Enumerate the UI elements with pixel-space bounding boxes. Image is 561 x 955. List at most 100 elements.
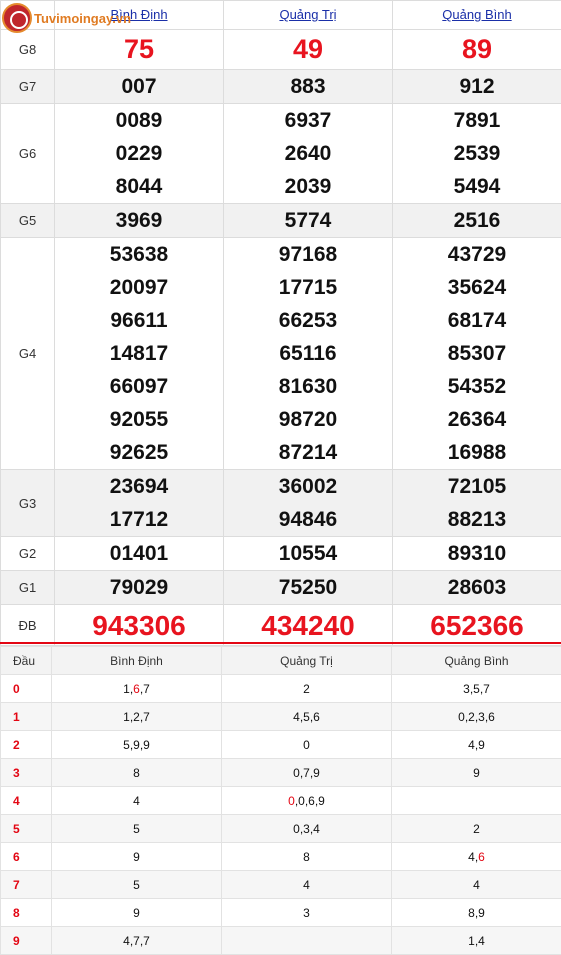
dau-tails: 4 — [52, 787, 222, 815]
prize-number: 2640 — [224, 137, 392, 170]
dau-digit: 9 — [1, 927, 52, 955]
prize-row-g6: G6 0089 0229 8044 6937 2640 2039 7891 25… — [1, 104, 561, 204]
tail-text: 4 — [473, 878, 480, 892]
prize-number: 92055 — [55, 403, 223, 436]
prize-number: 92625 — [55, 436, 223, 469]
prize-number: 75 — [55, 30, 223, 69]
prize-number: 88213 — [393, 503, 561, 536]
prize-number: 66253 — [224, 304, 392, 337]
prize-number: 66097 — [55, 370, 223, 403]
dau-tails: 4,5,6 — [222, 703, 392, 731]
dau-tails: 4,6 — [392, 843, 561, 871]
section-divider — [0, 642, 561, 644]
prize-number: 0229 — [55, 137, 223, 170]
dau-tails: 2 — [392, 815, 561, 843]
prize-number: 007 — [55, 70, 223, 103]
prize-number: 20097 — [55, 271, 223, 304]
prize-row-g7: G7 007 883 912 — [1, 70, 561, 104]
site-logo[interactable]: Tuvimoingay.vn — [2, 3, 131, 33]
tail-text: 5 — [133, 822, 140, 836]
province-link-quang-tri[interactable]: Quảng Trị — [279, 7, 336, 22]
prize-number: 17715 — [224, 271, 392, 304]
tail-text: ,0,6,9 — [295, 794, 325, 808]
dau-digit: 3 — [1, 759, 52, 787]
dau-header: Bình Định — [52, 647, 222, 675]
prize-number: 26364 — [393, 403, 561, 436]
prize-label: ĐB — [1, 605, 55, 646]
tail-text: 5 — [133, 878, 140, 892]
prize-number: 883 — [224, 70, 392, 103]
tail-text: 4,9 — [468, 738, 485, 752]
prize-number: 23694 — [55, 470, 223, 503]
dau-row: 7 5 4 4 — [1, 871, 561, 899]
tail-text: 1, — [123, 682, 133, 696]
tail-text: 9 — [473, 766, 480, 780]
dau-row: 5 5 0,3,4 2 — [1, 815, 561, 843]
prize-number: 98720 — [224, 403, 392, 436]
prize-row-g3: G3 23694 17712 36002 94846 72105 88213 — [1, 470, 561, 537]
tail-text: 4, — [468, 850, 478, 864]
tail-text: 4 — [133, 794, 140, 808]
special-prize-number: 434240 — [224, 606, 392, 645]
tail-text: 0,2,3,6 — [458, 710, 495, 724]
dau-row: 25,9,904,9 — [1, 731, 561, 759]
tail-text: 0,3,4 — [293, 822, 320, 836]
dau-tails: 0,0,6,9 — [222, 787, 392, 815]
dau-tails — [222, 927, 392, 955]
tail-text: 3,5,7 — [463, 682, 490, 696]
dau-tails: 8 — [52, 759, 222, 787]
tail-text: 8 — [133, 766, 140, 780]
prize-number: 10554 — [224, 537, 392, 570]
dau-tails: 0,7,9 — [222, 759, 392, 787]
prize-number: 87214 — [224, 436, 392, 469]
province-link-quang-binh[interactable]: Quảng Bình — [442, 7, 511, 22]
prize-number: 65116 — [224, 337, 392, 370]
prize-number: 68174 — [393, 304, 561, 337]
tail-text: 9 — [133, 850, 140, 864]
dau-tails: 4 — [392, 871, 561, 899]
tail-text: 4,7,7 — [123, 934, 150, 948]
dau-tails: 4 — [222, 871, 392, 899]
prize-number: 72105 — [393, 470, 561, 503]
dau-tails: 5,9,9 — [52, 731, 222, 759]
dau-digit: 4 — [1, 787, 52, 815]
tail-text: 5,9,9 — [123, 738, 150, 752]
tail-text: 9 — [133, 906, 140, 920]
prize-label: G6 — [1, 104, 55, 204]
dau-tails: 0,3,4 — [222, 815, 392, 843]
prize-number: 36002 — [224, 470, 392, 503]
dau-row: 4 4 0,0,6,9 — [1, 787, 561, 815]
dau-tails: 3,5,7 — [392, 675, 561, 703]
prize-number: 6937 — [224, 104, 392, 137]
tail-text: 0 — [303, 738, 310, 752]
prize-number: 85307 — [393, 337, 561, 370]
dau-tails: 0 — [222, 731, 392, 759]
dau-header-row: Đầu Bình Định Quảng Trị Quảng Bình — [1, 647, 561, 675]
tail-text: 8,9 — [468, 906, 485, 920]
prize-row-g8: G8 75 49 89 — [1, 30, 561, 70]
prize-number: 2539 — [393, 137, 561, 170]
dau-tails: 0,2,3,6 — [392, 703, 561, 731]
dau-digit: 5 — [1, 815, 52, 843]
prize-number: 17712 — [55, 503, 223, 536]
dau-tails: 1,2,7 — [52, 703, 222, 731]
dau-digit: 7 — [1, 871, 52, 899]
dau-row: 11,2,74,5,60,2,3,6 — [1, 703, 561, 731]
prize-number: 35624 — [393, 271, 561, 304]
prize-number: 81630 — [224, 370, 392, 403]
tail-text: 4,5,6 — [293, 710, 320, 724]
tail-text: 2 — [303, 682, 310, 696]
prize-row-g5: G5 3969 5774 2516 — [1, 204, 561, 238]
prize-number: 2039 — [224, 170, 392, 203]
prize-row-g4: G4 53638 20097 96611 14817 66097 92055 9… — [1, 238, 561, 470]
prize-number: 49 — [224, 30, 392, 69]
tail-text: 1,4 — [468, 934, 485, 948]
prize-number: 28603 — [393, 571, 561, 604]
tail-highlight: 6 — [478, 850, 485, 864]
prize-number: 97168 — [224, 238, 392, 271]
prize-number: 8044 — [55, 170, 223, 203]
prize-number: 53638 — [55, 238, 223, 271]
prize-label: G3 — [1, 470, 55, 537]
dau-digit: 6 — [1, 843, 52, 871]
prize-label: G2 — [1, 537, 55, 571]
